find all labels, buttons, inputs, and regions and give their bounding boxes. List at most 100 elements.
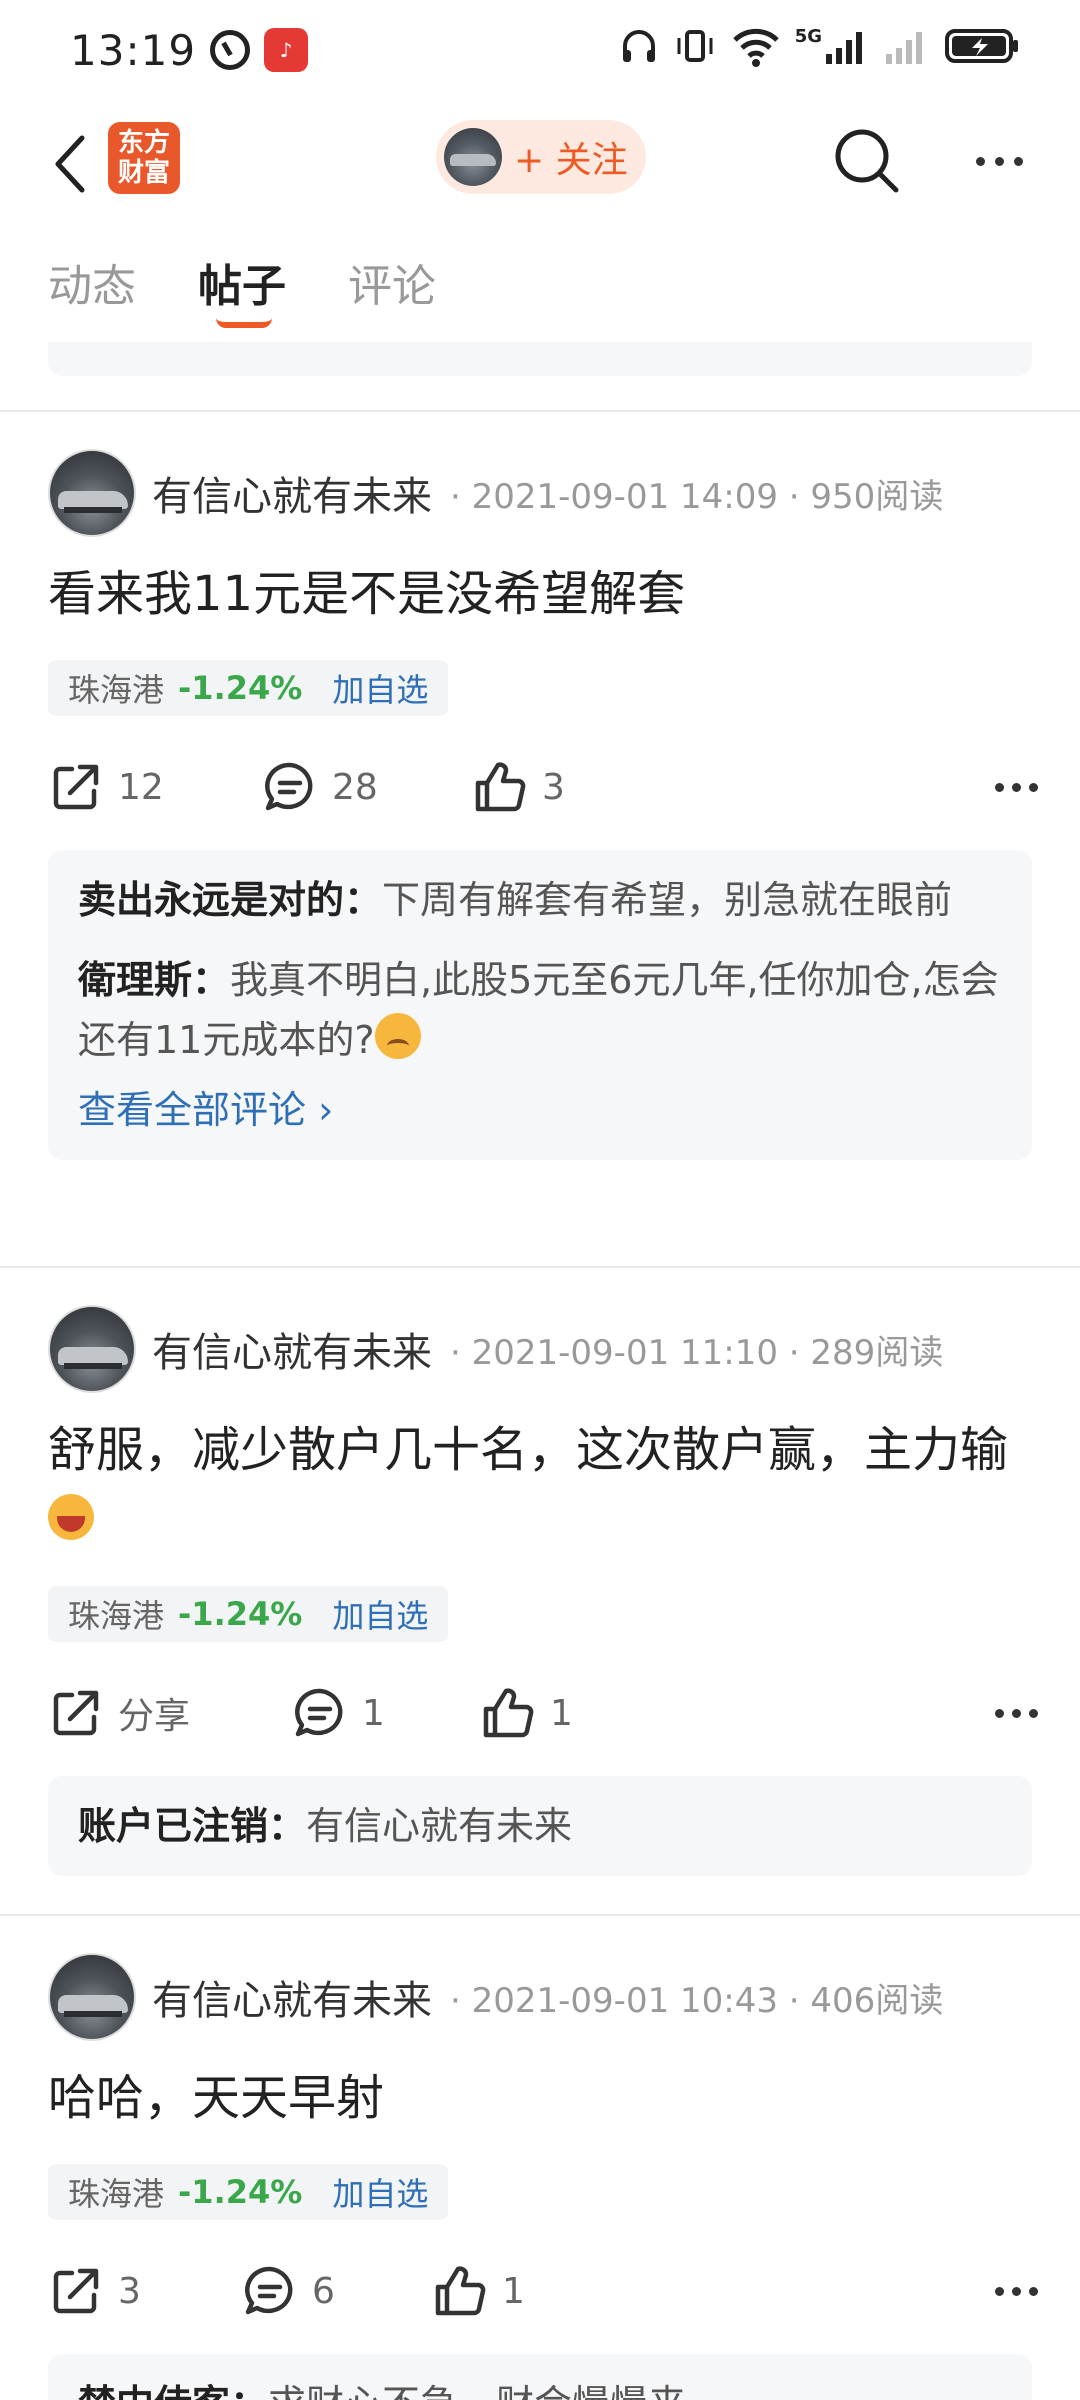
follow-button[interactable]: + 关注 [436,120,646,194]
search-button[interactable] [832,126,902,196]
comment-count: 6 [312,2270,335,2312]
avatar[interactable] [48,449,136,537]
avatar[interactable] [48,1305,136,1393]
comment-user[interactable]: 卖出永远是对的： [78,878,382,922]
post-more-button[interactable] [995,2256,1038,2326]
share-button[interactable]: 3 [48,2256,141,2326]
divider [0,410,1080,412]
follow-label: + 关注 [514,140,628,181]
author-name[interactable]: 有信心就有未来 [152,464,432,522]
avatar[interactable] [48,1953,136,2041]
stock-name: 珠海港 [68,1597,165,1635]
app-logo[interactable]: 东方 财富 [108,122,180,194]
add-watchlist-button[interactable]: 加自选 [332,2169,428,2215]
more-icon [995,782,1004,792]
comment-user[interactable]: 衛理斯： [78,958,230,1002]
add-watchlist-button[interactable]: 加自选 [332,665,428,711]
avatar [444,128,502,186]
like-button[interactable]: 1 [432,2256,525,2326]
share-button[interactable]: 12 [48,752,164,822]
comment-user[interactable]: 账户已注销： [78,1804,306,1848]
post-meta: · 2021-09-01 10:43 · 406阅读 [450,1980,944,2021]
comment-text: 下周有解套有希望，别急就在眼前 [382,878,953,922]
thumbs-up-icon [435,2266,486,2316]
comment-button[interactable]: 1 [292,1678,385,1748]
comments-box[interactable]: 账户已注销：有信心就有未来 [48,1776,1032,1876]
post-title[interactable]: 看来我11元是不是没希望解套 [48,560,1038,628]
post-more-button[interactable] [995,752,1038,822]
app-notification-icon: ♪ [264,28,309,72]
comment-count: 1 [362,1692,385,1734]
author-name[interactable]: 有信心就有未来 [152,1320,432,1378]
vibrate-icon [677,30,713,62]
status-icons: 5G [619,24,1020,68]
previous-comments-box [48,342,1032,376]
signal-icon [826,32,862,64]
stock-change: -1.24% [178,1595,303,1633]
share-icon [53,1690,99,1736]
status-time: 13:19 [70,25,197,75]
stock-tag[interactable]: 珠海港 -1.24% 加自选 [48,1586,449,1642]
author-name[interactable]: 有信心就有未来 [152,1968,432,2026]
sad-face-emoji-icon [374,1013,421,1059]
post-header: 有信心就有未来 · 2021-09-01 14:09 · 950阅读 [48,448,943,538]
like-button[interactable]: 1 [480,1678,573,1748]
share-icon [53,2268,99,2314]
post-header: 有信心就有未来 · 2021-09-01 10:43 · 406阅读 [48,1952,943,2042]
share-label: 分享 [118,1696,191,1737]
like-button[interactable]: 3 [472,752,565,822]
post-actions: 12 28 3 [48,752,1038,822]
post-title[interactable]: 舒服，减少散户几十名，这次散户赢，主力输 [48,1416,1038,1552]
stock-tag[interactable]: 珠海港 -1.24% 加自选 [48,660,449,716]
stock-name: 珠海港 [68,671,165,709]
share-count: 3 [118,2270,141,2312]
signal-2-icon [886,32,922,64]
comment-button[interactable]: 6 [242,2256,335,2326]
stock-change: -1.24% [178,669,303,707]
share-icon [53,764,99,810]
comment-button[interactable]: 28 [262,752,378,822]
logo-text-1: 东方 [117,128,170,158]
logo-text-2: 财富 [117,158,170,188]
alarm-icon [210,30,251,70]
tab-comments[interactable]: 评论 [348,250,436,314]
tab-bar: 动态 帖子 评论 [0,250,1080,340]
comment-item: 衛理斯：我真不明白,此股5元至6元几年,任你加仓,怎会还有11元成本的? [78,950,1002,1070]
chevron-left-icon [55,135,85,193]
post-meta: · 2021-09-01 14:09 · 950阅读 [450,476,944,517]
comment-text: 求财心不急，财会慢慢来 [268,2382,686,2400]
more-button[interactable] [964,126,1034,196]
post-actions: 分享 1 1 [48,1678,1038,1748]
headphones-icon [622,30,655,62]
laughing-emoji-icon [48,1494,94,1540]
post-more-button[interactable] [995,1678,1038,1748]
tab-dynamics[interactable]: 动态 [48,250,136,314]
battery-icon [945,29,1018,63]
comment-icon [295,1688,343,1737]
comment-user[interactable]: 禁中侍客： [78,2382,268,2400]
tab-posts[interactable]: 帖子 [198,250,286,314]
thumbs-up-icon [475,762,526,812]
post-title-text: 舒服，减少散户几十名，这次散户赢，主力输 [48,1422,1009,1478]
comments-box[interactable]: 禁中侍客：求财心不急，财会慢慢来 [48,2354,1032,2400]
header: 东方 财富 + 关注 [0,110,1080,220]
stock-tag[interactable]: 珠海港 -1.24% 加自选 [48,2164,449,2220]
more-icon [995,1708,1004,1718]
back-button[interactable] [40,126,100,202]
comment-item: 禁中侍客：求财心不急，财会慢慢来 [78,2374,1002,2400]
stock-change: -1.24% [178,2173,303,2211]
like-count: 1 [550,1692,573,1734]
status-bar: 13:19 ♪ 5G [0,0,1080,100]
comments-box[interactable]: 卖出永远是对的：下周有解套有希望，别急就在眼前 衛理斯：我真不明白,此股5元至6… [48,850,1032,1160]
comment-text: 有信心就有未来 [306,1804,573,1848]
view-all-comments-link[interactable]: 查看全部评论 › [78,1080,1002,1140]
add-watchlist-button[interactable]: 加自选 [332,1591,428,1637]
stock-name: 珠海港 [68,2175,165,2213]
post-title[interactable]: 哈哈，天天早射 [48,2064,1038,2132]
comment-item: 卖出永远是对的：下周有解套有希望，别急就在眼前 [78,870,1002,930]
like-count: 3 [542,766,565,808]
divider [0,1914,1080,1916]
share-button[interactable]: 分享 [48,1678,190,1748]
post-actions: 3 6 1 [48,2256,1038,2326]
search-icon [835,129,899,193]
